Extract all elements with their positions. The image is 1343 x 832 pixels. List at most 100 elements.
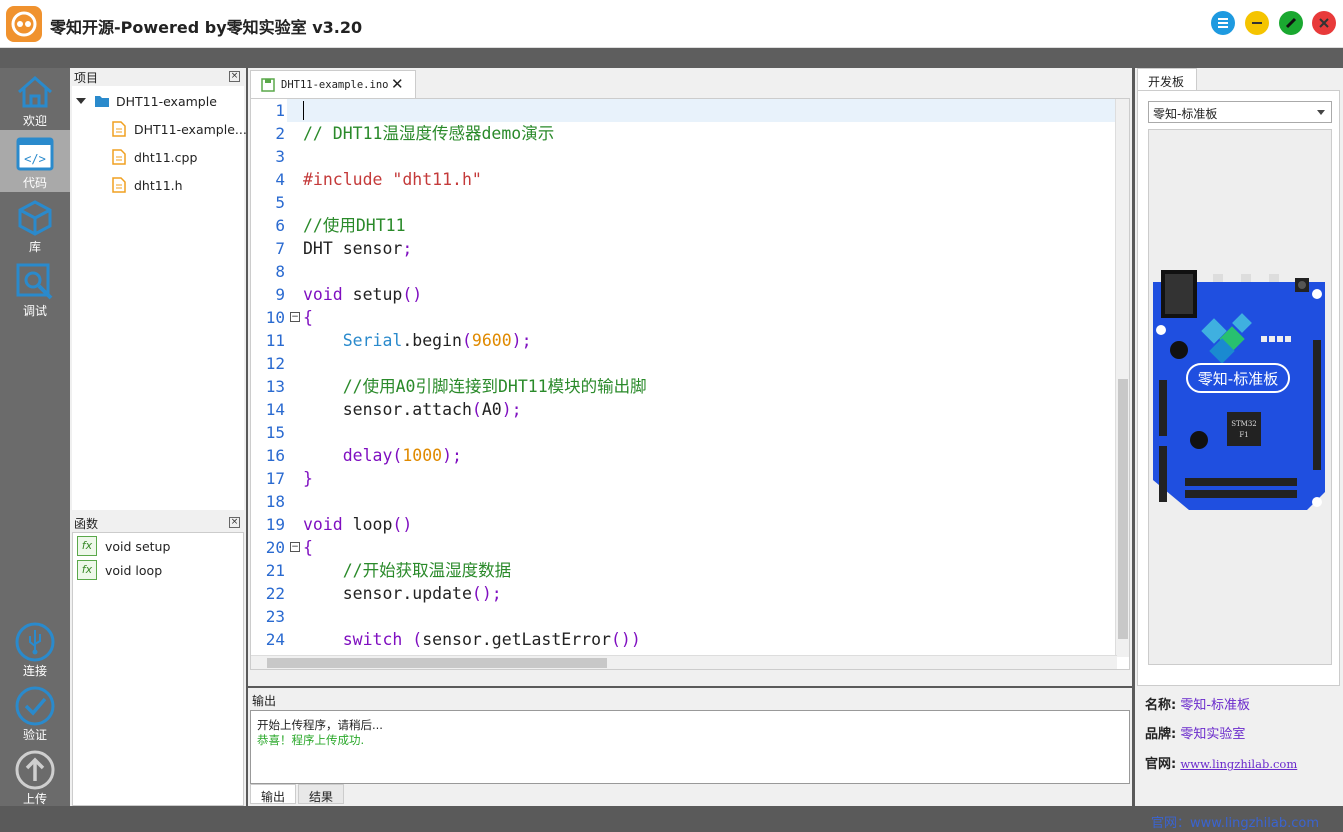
minimize-button[interactable]	[1245, 11, 1269, 35]
functions-header-label: 函数	[74, 517, 99, 531]
vertical-scrollbar[interactable]	[1115, 99, 1129, 657]
code-token: setup	[342, 285, 403, 304]
expand-arrow-icon	[76, 98, 86, 104]
nav-verify[interactable]: 验证	[0, 682, 70, 744]
code-token: sensor	[303, 400, 403, 419]
tree-file[interactable]: DHT11-example...	[112, 118, 247, 140]
editor-tab[interactable]: DHT11-example.ino ✕	[250, 70, 416, 98]
site-link[interactable]: www.lingzhilab.com	[1180, 757, 1297, 771]
nav-connect[interactable]: 连接	[0, 618, 70, 680]
code-line: DHT sensor;	[303, 237, 412, 260]
maximize-button[interactable]	[1279, 11, 1303, 35]
nav-library[interactable]: 库	[0, 194, 70, 256]
editor-tab-label: DHT11-example.ino	[281, 79, 389, 91]
scroll-thumb[interactable]	[267, 658, 607, 668]
functions-close-icon[interactable]: ×	[229, 517, 240, 528]
line-number: 14	[265, 400, 285, 419]
function-item[interactable]: fx void loop	[75, 559, 235, 581]
line-number: 18	[265, 492, 285, 511]
code-token: void	[303, 515, 343, 534]
output-line-success: 恭喜！程序上传成功.	[257, 733, 365, 747]
file-icon	[112, 121, 126, 137]
usb-icon	[15, 622, 55, 662]
home-icon	[18, 76, 52, 108]
code-token: ())	[610, 630, 641, 649]
board-select[interactable]: 零知-标准板	[1148, 101, 1332, 123]
line-number: 21	[265, 561, 285, 580]
nav-code[interactable]: </> 代码	[0, 130, 70, 192]
toolbar-strip	[0, 48, 1343, 68]
code-token: DHT sensor	[303, 239, 403, 258]
window-title: 零知开源-Powered by零知实验室 v3.20	[50, 18, 363, 37]
line-number: 23	[265, 607, 285, 626]
line-number: 7	[275, 239, 285, 258]
nav-label: 代码	[22, 176, 47, 190]
code-token: loop	[342, 515, 393, 534]
board-image: 零知-标准板 STM32 F1	[1153, 270, 1325, 510]
check-icon	[15, 686, 55, 726]
nav-debug[interactable]: 调试	[0, 258, 70, 320]
file-icon	[112, 149, 126, 165]
folder-icon	[95, 96, 109, 107]
code-line: switch (sensor.getLastError())	[303, 628, 641, 651]
code-token: sensor.getLastError	[422, 630, 611, 649]
project-header: 项目 ×	[72, 68, 244, 86]
line-number: 10	[265, 308, 285, 327]
code-line: void setup()	[303, 283, 422, 306]
fold-icon[interactable]: −	[290, 312, 300, 322]
cube-icon	[18, 200, 52, 236]
tree-file[interactable]: dht11.h	[112, 174, 242, 196]
code-line: sensor.update();	[303, 582, 502, 605]
board-tab[interactable]: 开发板	[1137, 68, 1197, 90]
nav-upload[interactable]: 上传	[0, 746, 70, 808]
svg-text:</>: </>	[24, 152, 46, 166]
tab-output[interactable]: 输出	[250, 784, 297, 804]
status-bar: 官网：www.lingzhilab.com	[0, 806, 1343, 832]
line-number: 6	[275, 216, 285, 235]
project-tree: DHT11-example DHT11-example... dht11.cpp…	[72, 86, 247, 510]
tab-result[interactable]: 结果	[298, 784, 345, 804]
nav-label: 连接	[22, 664, 47, 678]
fold-icon[interactable]: −	[290, 542, 300, 552]
nav-welcome[interactable]: 欢迎	[0, 68, 70, 130]
upload-arrow-icon	[15, 750, 55, 790]
board-panel-body: 零知-标准板 零知-标准板 STM32 F1	[1137, 90, 1340, 686]
menu-button[interactable]	[1211, 11, 1235, 35]
output-console[interactable]: 开始上传程序，请稍后... 恭喜！程序上传成功.	[250, 710, 1130, 784]
line-number: 11	[265, 331, 285, 350]
chevron-down-icon	[1317, 110, 1325, 115]
functions-header: 函数 ×	[72, 514, 244, 532]
board-name-label: 零知-标准板	[1198, 370, 1278, 388]
code-line: {	[303, 538, 313, 557]
line-number: 16	[265, 446, 285, 465]
close-button[interactable]	[1312, 11, 1336, 35]
code-line: }	[303, 469, 313, 488]
chip-label: STM32	[1231, 420, 1257, 428]
nav-label: 欢迎	[22, 114, 47, 128]
app-logo-icon	[6, 6, 42, 42]
tab-close-icon[interactable]: ✕	[391, 75, 404, 93]
code-token: 1000	[402, 446, 443, 465]
tree-file[interactable]: dht11.cpp	[112, 146, 242, 168]
output-panel: 输出 开始上传程序，请稍后... 恭喜！程序上传成功. 输出 结果	[248, 688, 1132, 806]
text-caret	[303, 101, 304, 120]
output-line: 开始上传程序，请稍后...	[257, 718, 383, 732]
code-token: sensor	[303, 584, 403, 603]
save-icon	[261, 78, 275, 92]
code-token: ()	[402, 285, 423, 304]
project-close-icon[interactable]: ×	[229, 71, 240, 82]
code-line: Serial.begin(9600);	[303, 329, 532, 352]
function-icon: fx	[77, 536, 97, 556]
code-token: .begin	[402, 331, 462, 350]
code-editor[interactable]: 1234567891011121314151617181920212223242…	[250, 98, 1130, 670]
app-window: 零知开源-Powered by零知实验室 v3.20 欢迎 </> 代码 库 调…	[0, 0, 1343, 832]
info-label: 官网:	[1145, 757, 1177, 772]
scroll-thumb[interactable]	[1118, 379, 1128, 639]
horizontal-scrollbar[interactable]	[251, 655, 1117, 669]
tree-root-folder[interactable]: DHT11-example	[74, 90, 244, 112]
code-line: #include "dht11.h"	[303, 170, 482, 189]
code-line: //使用A0引脚连接到DHT11模块的输出脚	[303, 377, 647, 396]
function-item[interactable]: fx void setup	[75, 535, 235, 557]
board-info-site: 官网: www.lingzhilab.com	[1145, 753, 1297, 772]
nav-label: 调试	[22, 304, 47, 318]
